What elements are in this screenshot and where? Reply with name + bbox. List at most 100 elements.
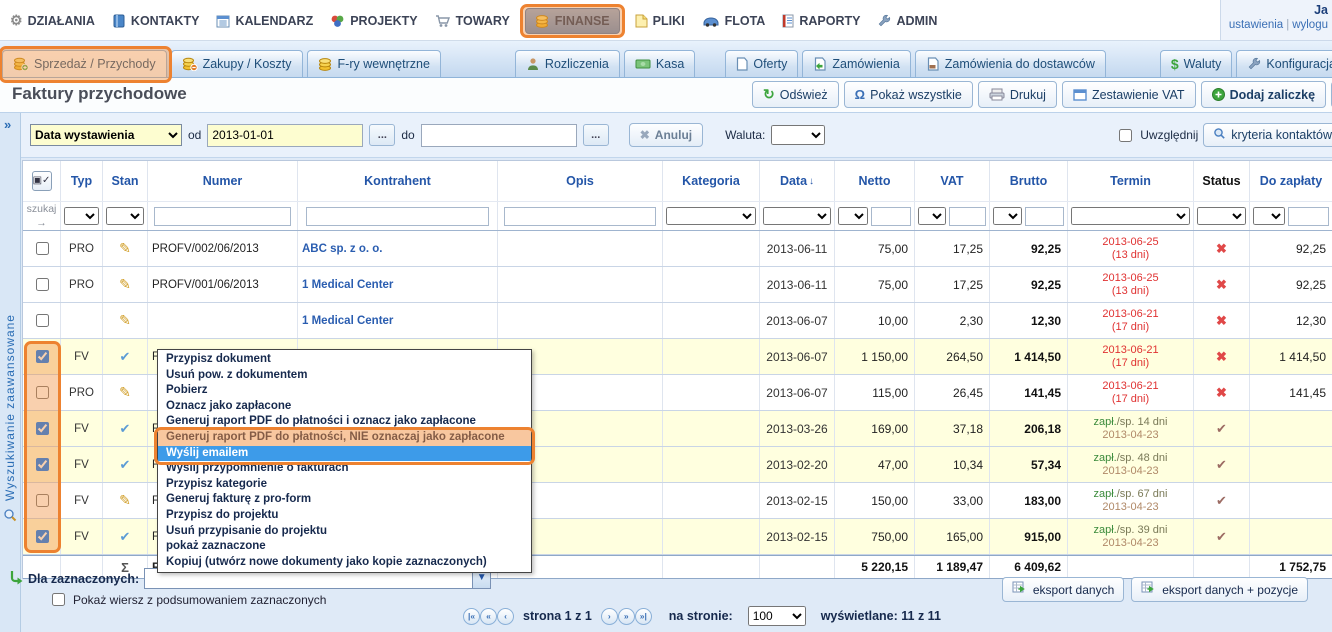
col-header-stan[interactable]: Stan <box>103 161 148 201</box>
row-checkbox[interactable] <box>36 422 49 435</box>
col-header-status[interactable]: Status <box>1194 161 1250 201</box>
edit-pencil-icon[interactable]: ✎ <box>103 483 148 518</box>
last-page-button[interactable]: »| <box>635 608 652 625</box>
menu-item-oznacz-jako-zapłacone[interactable]: Oznacz jako zapłacone <box>158 399 531 415</box>
cell-kontrahent[interactable]: 1 Medical Center <box>298 303 498 338</box>
edit-pencil-icon[interactable]: ✎ <box>103 267 148 302</box>
sent-check-icon[interactable]: ✔ <box>103 519 148 554</box>
kategoria-filter-select[interactable] <box>666 207 756 225</box>
date-from-input[interactable] <box>207 124 363 147</box>
do-zaplaty-filter-input[interactable] <box>1288 207 1329 226</box>
date-to-input[interactable] <box>421 124 577 147</box>
col-header-data[interactable]: Data↓ <box>760 161 835 201</box>
fast-prev-page-button[interactable]: « <box>480 608 497 625</box>
data-filter-select[interactable] <box>763 207 831 225</box>
row-checkbox[interactable] <box>36 314 49 327</box>
nav-item-pliki[interactable]: PLIKI <box>633 10 687 32</box>
row-checkbox[interactable] <box>36 494 49 507</box>
brutto-filter-input[interactable] <box>1025 207 1064 226</box>
tab-sprzedaż-przychody[interactable]: Sprzedaż / Przychody <box>2 50 167 77</box>
tab-rozliczenia[interactable]: Rozliczenia <box>515 50 620 77</box>
row-checkbox[interactable] <box>36 278 49 291</box>
first-page-button[interactable]: |« <box>463 608 480 625</box>
sent-check-icon[interactable]: ✔ <box>103 447 148 482</box>
menu-item-kopiuj-utwórz-nowe-dokumenty-jako-kopie-[interactable]: Kopiuj (utwórz nowe dokumenty jako kopie… <box>158 555 531 571</box>
date-from-picker-button[interactable]: ... <box>369 124 395 146</box>
col-header-numer[interactable]: Numer <box>148 161 298 201</box>
date-to-picker-button[interactable]: ... <box>583 124 609 146</box>
netto-op-select[interactable] <box>838 207 868 225</box>
tab-f-ry-wewnętrzne[interactable]: F-ry wewnętrzne <box>307 50 441 77</box>
tab-zakupy-koszty[interactable]: Zakupy / Koszty <box>171 50 303 77</box>
netto-filter-input[interactable] <box>871 207 911 226</box>
edit-pencil-icon[interactable]: ✎ <box>103 303 148 338</box>
menu-item-wyślij-przypomnienie-o-fakturach[interactable]: Wyślij przypomnienie o fakturach <box>158 461 531 477</box>
nav-item-kalendarz[interactable]: KALENDARZ <box>214 10 315 32</box>
row-checkbox[interactable] <box>36 458 49 471</box>
termin-filter-select[interactable] <box>1071 207 1190 225</box>
fast-next-page-button[interactable]: » <box>618 608 635 625</box>
col-header-do-zaplaty[interactable]: Do zapłaty <box>1250 161 1332 201</box>
odśwież-button[interactable]: ↻Odśwież <box>752 81 839 108</box>
row-checkbox[interactable] <box>36 350 49 363</box>
col-header-kontrahent[interactable]: Kontrahent <box>298 161 498 201</box>
row-checkbox[interactable] <box>36 530 49 543</box>
menu-item-generuj-raport-pdf-do-płatności-nie-ozna[interactable]: Generuj raport PDF do płatności, NIE ozn… <box>158 430 531 446</box>
col-header-typ[interactable]: Typ <box>61 161 103 201</box>
menu-item-wyślij-emailem[interactable]: Wyślij emailem <box>158 446 531 462</box>
row-checkbox[interactable] <box>36 386 49 399</box>
zestawienie-vat-button[interactable]: Zestawienie VAT <box>1062 81 1196 108</box>
tab-konfiguracja[interactable]: Konfiguracja <box>1236 50 1332 77</box>
stan-filter-select[interactable] <box>106 207 144 225</box>
tab-oferty[interactable]: Oferty <box>725 50 798 77</box>
brutto-op-select[interactable] <box>993 207 1022 225</box>
menu-item-przypisz-dokument[interactable]: Przypisz dokument <box>158 352 531 368</box>
nav-item-towary[interactable]: TOWARY <box>433 10 512 32</box>
vat-op-select[interactable] <box>918 207 946 225</box>
page-size-select[interactable]: 100 <box>748 606 806 626</box>
menu-item-przypisz-kategorie[interactable]: Przypisz kategorie <box>158 477 531 493</box>
tab-waluty[interactable]: $Waluty <box>1160 50 1233 77</box>
settings-link[interactable]: ustawienia <box>1229 19 1283 31</box>
table-row[interactable]: PRO ✎ PROFV/002/06/2013 ABC sp. z o. o. … <box>23 231 1332 267</box>
nav-item-flota[interactable]: FLOTA <box>700 10 768 32</box>
table-row[interactable]: ✎ 1 Medical Center 2013-06-07 10,00 2,30… <box>23 303 1332 339</box>
do-zaplaty-op-select[interactable] <box>1253 207 1285 225</box>
sent-check-icon[interactable]: ✔ <box>103 411 148 446</box>
edit-pencil-icon[interactable]: ✎ <box>103 375 148 410</box>
nav-item-raporty[interactable]: RAPORTY <box>780 10 862 32</box>
nav-item-kontakty[interactable]: KONTAKTY <box>110 10 202 32</box>
logout-link[interactable]: wylogu <box>1292 19 1328 31</box>
status-filter-select[interactable] <box>1197 207 1246 225</box>
vat-filter-input[interactable] <box>949 207 986 226</box>
col-header-vat[interactable]: VAT <box>915 161 990 201</box>
show-summary-row-checkbox[interactable] <box>52 593 65 606</box>
dodaj-zaliczkę-button[interactable]: Dodaj zaliczkę <box>1201 81 1326 108</box>
menu-item-usuń-przypisanie-do-projektu[interactable]: Usuń przypisanie do projektu <box>158 524 531 540</box>
include-checkbox[interactable] <box>1119 129 1132 142</box>
prev-page-button[interactable]: ‹ <box>497 608 514 625</box>
filter-field-select[interactable]: Data wystawienia <box>30 124 182 146</box>
nav-item-projekty[interactable]: PROJEKTY <box>328 10 419 32</box>
pokaż-wszystkie-button[interactable]: ΩPokaż wszystkie <box>844 81 973 108</box>
export-data-positions-button[interactable]: eksport danych + pozycje <box>1131 577 1308 602</box>
cancel-filter-button[interactable]: ✖ Anuluj <box>629 123 703 147</box>
expand-chevron-icon[interactable]: » <box>4 117 11 132</box>
nav-item-admin[interactable]: ADMIN <box>875 10 939 32</box>
export-data-button[interactable]: eksport danych <box>1002 577 1124 602</box>
nav-item-finanse[interactable]: FINANSE <box>525 8 620 34</box>
opis-filter-input[interactable] <box>504 207 655 226</box>
tab-zamówienia-do-dostawców[interactable]: Zamówienia do dostawców <box>915 50 1106 77</box>
col-header-opis[interactable]: Opis <box>498 161 663 201</box>
menu-item-generuj-fakturę-z-pro-form[interactable]: Generuj fakturę z pro-form <box>158 492 531 508</box>
row-checkbox[interactable] <box>36 242 49 255</box>
advanced-search-panel[interactable]: » Wyszukiwanie zaawansowane <box>0 113 21 632</box>
drukuj-button[interactable]: Drukuj <box>978 81 1057 108</box>
menu-item-pokaż-zaznaczone[interactable]: pokaż zaznaczone <box>158 539 531 555</box>
col-header-brutto[interactable]: Brutto <box>990 161 1068 201</box>
select-all-button[interactable]: ▣✓ <box>32 171 52 191</box>
menu-item-usuń-pow-z-dokumentem[interactable]: Usuń pow. z dokumentem <box>158 368 531 384</box>
kontrahent-filter-input[interactable] <box>306 207 490 226</box>
col-header-kategoria[interactable]: Kategoria <box>663 161 760 201</box>
currency-select[interactable] <box>771 125 825 145</box>
